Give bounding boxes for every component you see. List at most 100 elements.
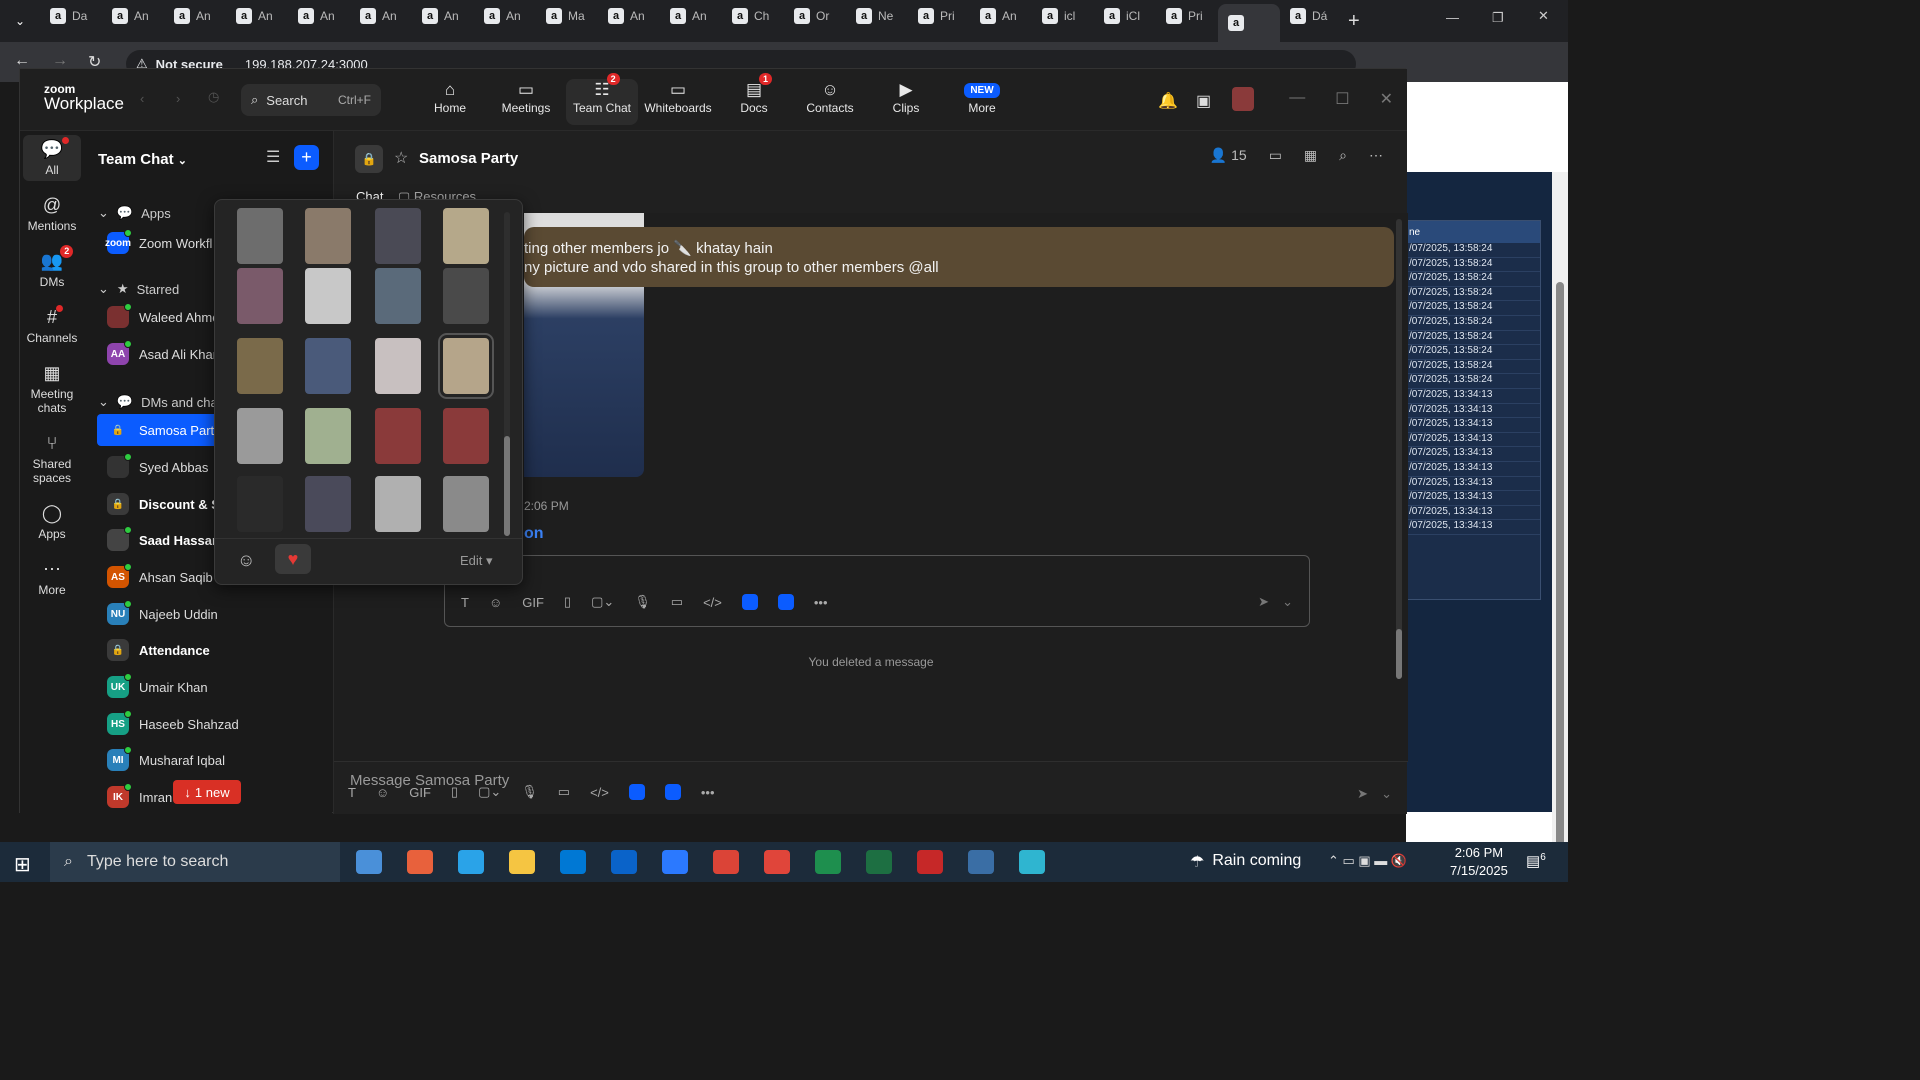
browser-tab[interactable]: a An (474, 0, 536, 32)
emoji-tab-icon[interactable]: ☺ (237, 550, 255, 571)
taskbar-app-icon[interactable] (509, 850, 535, 874)
sidebar-item[interactable]: UK Umair Khan (97, 671, 332, 703)
taskbar-app-icon[interactable] (866, 850, 892, 874)
video-icon[interactable]: ▭ (1269, 147, 1282, 164)
sticker-thumbnail[interactable] (375, 338, 421, 394)
sticker-thumbnail[interactable] (375, 268, 421, 324)
zoom-maximize-button[interactable]: ☐ (1335, 89, 1349, 109)
message-scrollbar[interactable] (1396, 219, 1402, 679)
sidebar-item[interactable]: MI Musharaf Iqbal (97, 744, 332, 776)
browser-tab[interactable]: a Da (40, 0, 102, 32)
taskbar-app-icon[interactable] (764, 850, 790, 874)
sticker-thumbnail[interactable] (375, 476, 421, 532)
filter-icon[interactable]: ☰ (266, 147, 280, 167)
rail-channels[interactable]: # Channels (23, 303, 81, 349)
browser-tab[interactable]: a An (226, 0, 288, 32)
browser-tab[interactable]: a An (412, 0, 474, 32)
browser-tab[interactable]: a Pri (908, 0, 970, 32)
search-icon[interactable]: ⌕ (1339, 147, 1347, 164)
windows-start-icon[interactable]: ⊞ (14, 852, 31, 877)
back-arrow-icon[interactable]: ‹ (140, 91, 144, 106)
browser-tab[interactable]: a Ne (846, 0, 908, 32)
bell-icon[interactable]: 🔔 (1158, 91, 1178, 111)
more-options-icon[interactable]: ⋯ (1369, 147, 1383, 164)
taskbar-app-icon[interactable] (407, 850, 433, 874)
taskbar-app-icon[interactable] (713, 850, 739, 874)
browser-tab[interactable]: a Dá (1280, 0, 1342, 32)
browser-tab[interactable]: a An (164, 0, 226, 32)
calendar-icon[interactable]: ▣ (1196, 91, 1211, 111)
history-icon[interactable]: ◷ (208, 89, 219, 105)
app-icon[interactable] (628, 784, 645, 800)
forward-arrow-icon[interactable]: › (176, 91, 180, 106)
taskbar-app-icon[interactable] (815, 850, 841, 874)
taskbar-app-icon[interactable] (611, 850, 637, 874)
mic-icon[interactable]: 🎙 (521, 784, 538, 800)
message-link[interactable]: on (524, 525, 544, 543)
notification-icon[interactable]: ▤6 (1526, 852, 1546, 870)
rail-more[interactable]: ⋯ More (23, 555, 81, 601)
sidebar-item[interactable]: NU Najeeb Uddin (97, 598, 332, 630)
browser-tab[interactable]: a (1218, 4, 1280, 42)
sticker-thumbnail[interactable] (438, 333, 494, 399)
nav-docs[interactable]: ▤ 1 Docs (718, 73, 790, 125)
format-text-icon[interactable]: T (461, 595, 469, 610)
sticker-thumbnail[interactable] (305, 408, 351, 464)
chevron-down-icon[interactable]: ⌄ (1381, 786, 1392, 802)
sticker-thumbnail[interactable] (375, 208, 421, 264)
sticker-thumbnail[interactable] (237, 476, 283, 532)
taskbar-app-icon[interactable] (917, 850, 943, 874)
weather-widget[interactable]: ☂ Rain coming (1190, 852, 1301, 872)
nav-team-chat[interactable]: ☷ 2 Team Chat (566, 73, 638, 125)
screenshot-icon[interactable]: ▢⌄ (591, 594, 614, 610)
more-icon[interactable]: ••• (814, 595, 828, 610)
app-icon[interactable] (777, 594, 794, 610)
sticker-thumbnail[interactable] (443, 268, 489, 324)
gif-icon[interactable]: GIF (409, 785, 431, 800)
sticker-thumbnail[interactable] (237, 408, 283, 464)
new-tab-button[interactable]: + (1348, 10, 1360, 33)
edit-message-box[interactable]: T ☺ GIF ▯ ▢⌄ 🎙 ▭ </> ••• ➤ ⌄ (444, 555, 1310, 627)
section-dms[interactable]: ⌄ 💬 DMs and chann (98, 394, 232, 410)
compose-area[interactable]: Message Samosa Party T ☺ GIF ▯ ▢⌄ 🎙 ▭ </… (334, 761, 1408, 814)
taskbar-app-icon[interactable] (1019, 850, 1045, 874)
tab-list-icon[interactable]: ⌄ (0, 14, 40, 28)
tray-icons[interactable]: ⌃ ▭ ▣ ▬ 🔇 (1328, 853, 1407, 869)
code-icon[interactable]: </> (703, 595, 722, 610)
zoom-close-button[interactable]: ✕ (1380, 89, 1393, 109)
sticker-thumbnail[interactable] (305, 208, 351, 264)
browser-tab[interactable]: a An (350, 0, 412, 32)
browser-tab[interactable]: a Pri (1156, 0, 1218, 32)
sticker-thumbnail[interactable] (237, 268, 283, 324)
emoji-icon[interactable]: ☺ (489, 595, 502, 610)
star-icon[interactable]: ☆ (394, 148, 408, 168)
nav-contacts[interactable]: ☺ Contacts (794, 79, 866, 125)
file-icon[interactable]: ▯ (451, 784, 458, 800)
sidebar-item[interactable]: HS Haseeb Shahzad (97, 708, 332, 740)
mic-icon[interactable]: 🎙 (634, 594, 651, 610)
send-icon[interactable]: ➤ (1357, 786, 1368, 802)
window-restore-button[interactable]: ❐ (1492, 10, 1504, 26)
rail-all[interactable]: 💬 All (23, 135, 81, 182)
nav-meetings[interactable]: ▭ Meetings (490, 79, 562, 125)
nav-clips[interactable]: ▶ Clips (870, 79, 942, 125)
message-bubble[interactable]: ting other members jo 🔪 khatay hain ny p… (524, 227, 1394, 287)
sidebar-title[interactable]: Team Chat ⌄ (98, 151, 187, 168)
send-icon[interactable]: ➤ (1258, 594, 1269, 610)
sticker-thumbnail[interactable] (443, 208, 489, 264)
taskbar-app-icon[interactable] (968, 850, 994, 874)
more-icon[interactable]: ••• (701, 785, 715, 800)
video-message-icon[interactable]: ▭ (671, 594, 683, 610)
section-starred[interactable]: ⌄ ★ Starred (98, 281, 179, 297)
add-button[interactable]: + (294, 145, 319, 170)
video-message-icon[interactable]: ▭ (558, 784, 570, 800)
members-button[interactable]: 👤 15 (1210, 147, 1247, 164)
sticker-thumbnail[interactable] (237, 208, 283, 264)
browser-tab[interactable]: a An (598, 0, 660, 32)
browser-tab[interactable]: a An (102, 0, 164, 32)
browser-tab[interactable]: a Ma (536, 0, 598, 32)
window-close-button[interactable]: ✕ (1538, 8, 1549, 24)
rail-meeting-chats[interactable]: ▦ Meeting chats (23, 359, 81, 420)
taskbar-app-icon[interactable] (458, 850, 484, 874)
emoji-icon[interactable]: ☺ (376, 785, 389, 800)
